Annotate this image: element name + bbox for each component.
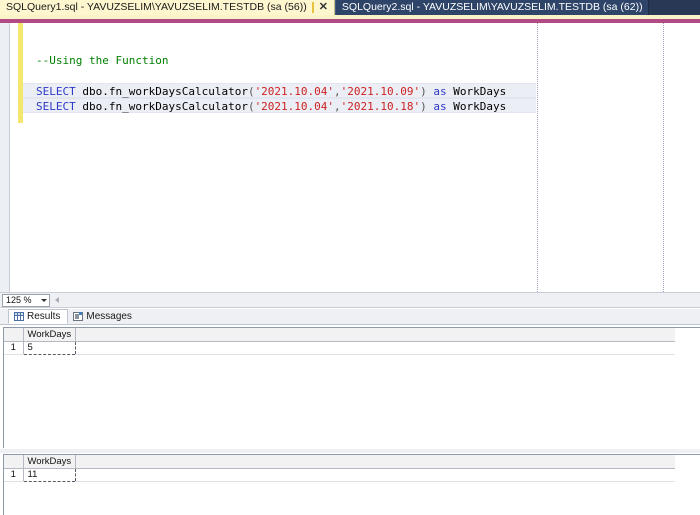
- editor-column-guide-2: [663, 23, 664, 292]
- document-tab-strip: SQLQuery1.sql - YAVUZSELIM\YAVUZSELIM.TE…: [0, 0, 700, 15]
- code-token-paren: ,: [334, 100, 341, 113]
- zoom-level-value: 125 %: [6, 295, 32, 305]
- code-token-paren: ): [420, 85, 427, 98]
- tab-results-label: Results: [27, 311, 61, 322]
- code-token-keyword: SELECT: [36, 85, 76, 98]
- code-token-keyword: as: [433, 85, 447, 98]
- results-table[interactable]: WorkDays 1 5: [4, 328, 675, 355]
- result-grid-2[interactable]: WorkDays 1 11: [3, 454, 700, 515]
- zoom-level-select[interactable]: 125 %: [2, 294, 50, 307]
- code-token-plain: dbo.fn_workDaysCalculator: [75, 85, 248, 98]
- result-cell-filler: [75, 341, 675, 355]
- code-token-plain: dbo.fn_workDaysCalculator: [75, 100, 248, 113]
- row-number-header[interactable]: 1: [4, 468, 24, 482]
- tab-messages-label: Messages: [86, 311, 132, 322]
- code-token-keyword: SELECT: [36, 100, 76, 113]
- document-tab-sqlquery1-label: SQLQuery1.sql - YAVUZSELIM\YAVUZSELIM.TE…: [6, 1, 307, 13]
- code-token-paren: ,: [334, 85, 341, 98]
- table-row[interactable]: 1 11: [4, 467, 675, 482]
- editor-line: SELECT dbo.fn_workDaysCalculator('2021.1…: [23, 83, 536, 98]
- result-cell-filler: [75, 468, 675, 482]
- code-token-string: '2021.10.18': [340, 100, 421, 113]
- editor-line: SELECT dbo.fn_workDaysCalculator('2021.1…: [23, 98, 536, 113]
- close-icon[interactable]: ✕: [318, 2, 329, 13]
- results-table[interactable]: WorkDays 1 11: [4, 455, 675, 482]
- messages-icon: [73, 312, 84, 321]
- column-header-filler: [75, 455, 675, 469]
- table-row[interactable]: 15: [4, 340, 675, 355]
- document-tab-sqlquery2-label: SQLQuery2.sql - YAVUZSELIM\YAVUZSELIM.TE…: [341, 1, 643, 13]
- grid-corner-header[interactable]: [4, 328, 24, 342]
- column-header[interactable]: WorkDays: [23, 328, 76, 342]
- results-pane-tab-strip: Results Messages: [0, 309, 700, 325]
- editor-column-guide-1: [537, 23, 538, 292]
- editor-gutter: [11, 23, 18, 292]
- code-token-paren: (: [247, 85, 255, 98]
- tab-results[interactable]: Results: [8, 309, 69, 324]
- row-number-header[interactable]: 1: [4, 341, 24, 355]
- column-header[interactable]: WorkDays: [23, 455, 76, 469]
- code-token-keyword: as: [433, 100, 447, 113]
- code-token-paren: (: [247, 100, 255, 113]
- code-token-string: '2021.10.04': [254, 100, 335, 113]
- result-grid-1[interactable]: WorkDays 1 5: [3, 327, 700, 448]
- sql-editor[interactable]: --Using the Function SELECT dbo.fn_workDa…: [0, 23, 700, 292]
- document-tab-sqlquery2[interactable]: SQLQuery2.sql - YAVUZSELIM\YAVUZSELIM.TE…: [334, 0, 649, 15]
- grid-icon: [14, 312, 24, 321]
- editor-indicator-margin: [0, 23, 10, 292]
- code-token-string: '2021.10.09': [340, 85, 421, 98]
- grid-corner-header[interactable]: [4, 455, 24, 469]
- code-token-comment: --Using the Function: [36, 54, 169, 67]
- tab-separator: [311, 2, 314, 13]
- column-header-filler: [75, 328, 675, 342]
- document-tab-sqlquery1[interactable]: SQLQuery1.sql - YAVUZSELIM\YAVUZSELIM.TE…: [0, 0, 335, 15]
- chevron-down-icon[interactable]: [38, 295, 49, 306]
- code-token-plain: WorkDays: [446, 100, 507, 113]
- table-header-row: WorkDays: [4, 455, 675, 469]
- tab-messages[interactable]: Messages: [68, 309, 139, 324]
- editor-code-area[interactable]: --Using the Function SELECT dbo.fn_workDa…: [23, 23, 700, 292]
- result-cell[interactable]: 11: [22, 467, 76, 482]
- editor-zoom-bar: 125 %: [0, 292, 700, 308]
- editor-line: --Using the Function: [23, 53, 168, 68]
- splitter-handle-icon[interactable]: [54, 296, 62, 305]
- result-grid-divider: [0, 449, 700, 453]
- code-token-string: '2021.10.04': [254, 85, 335, 98]
- result-cell[interactable]: 5: [22, 340, 76, 355]
- code-token-paren: ): [420, 100, 427, 113]
- code-token-plain: WorkDays: [446, 85, 507, 98]
- table-header-row: WorkDays: [4, 328, 675, 342]
